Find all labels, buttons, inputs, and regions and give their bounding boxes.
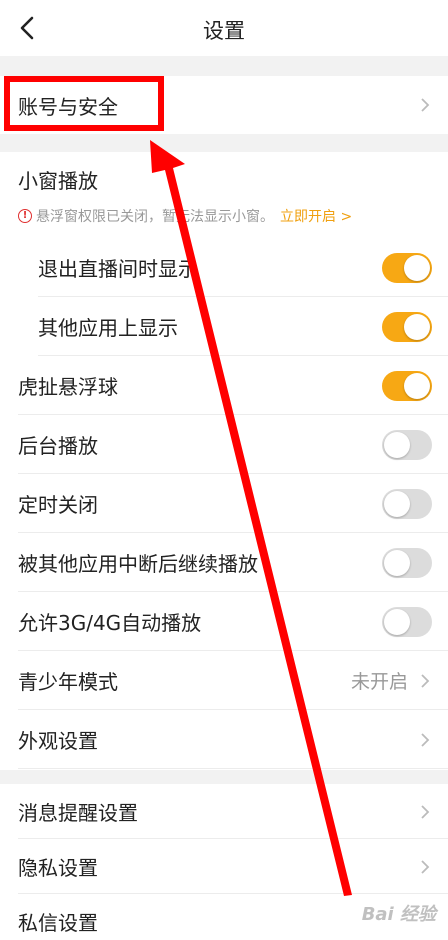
settings-item[interactable]: 外观设置: [0, 710, 448, 769]
annotation-highlight-box: [4, 76, 164, 131]
settings-item[interactable]: 虎扯悬浮球: [0, 356, 448, 415]
toggle-knob: [384, 608, 410, 635]
toggle-switch-on[interactable]: [382, 252, 432, 283]
row-divider: [18, 768, 448, 769]
settings-item[interactable]: 隐私设置: [0, 839, 448, 894]
toggle-knob: [384, 431, 410, 458]
toggle-switch-off[interactable]: [382, 606, 432, 637]
chevron-right-icon: [421, 673, 430, 688]
settings-item[interactable]: 定时关闭: [0, 474, 448, 533]
toggle-switch-off[interactable]: [382, 547, 432, 578]
setting-label: 隐私设置: [18, 856, 98, 880]
warning-icon: !: [18, 209, 32, 223]
toggle-switch-off[interactable]: [382, 488, 432, 519]
mini-window-item[interactable]: 其他应用上显示: [0, 297, 448, 356]
watermark-logo: Bai 经验: [361, 904, 436, 925]
mini-window-title: 小窗播放: [18, 168, 98, 193]
settings-item[interactable]: 被其他应用中断后继续播放: [0, 533, 448, 592]
settings-item[interactable]: 后台播放: [0, 415, 448, 474]
settings-item[interactable]: 青少年模式 未开启: [0, 651, 448, 710]
toggle-switch-off[interactable]: [382, 429, 432, 460]
chevron-right-icon: [421, 859, 430, 874]
notice-text: 悬浮窗权限已关闭，暂无法显示小窗。: [36, 209, 274, 225]
toggle-knob: [404, 372, 430, 399]
toggle-knob: [404, 254, 430, 281]
toggle-knob: [384, 549, 410, 576]
setting-label: 虎扯悬浮球: [18, 375, 118, 399]
setting-label: 其他应用上显示: [38, 316, 178, 340]
setting-label: 允许3G/4G自动播放: [18, 611, 202, 635]
toggle-switch-on[interactable]: [382, 370, 432, 401]
toggle-knob: [404, 313, 430, 340]
toggle-switch-on[interactable]: [382, 311, 432, 342]
settings-item[interactable]: 消息提醒设置: [0, 784, 448, 839]
settings-item[interactable]: 允许3G/4G自动播放: [0, 592, 448, 651]
toggle-knob: [384, 490, 410, 517]
settings-list: 退出直播间时显示 其他应用上显示虎扯悬浮球后台播放定时关闭被其他应用中断后继续播放…: [0, 238, 448, 769]
setting-label: 消息提醒设置: [18, 801, 138, 825]
setting-value: 未开启: [350, 671, 408, 693]
enable-now-link[interactable]: 立即开启 >: [280, 206, 352, 226]
chevron-right-icon: [421, 732, 430, 747]
setting-label: 定时关闭: [18, 493, 98, 517]
setting-label: 私信设置: [18, 911, 98, 935]
setting-label: 被其他应用中断后继续播放: [18, 552, 258, 576]
setting-label: 退出直播间时显示: [38, 257, 198, 281]
setting-label: 青少年模式: [18, 670, 118, 694]
page-title: 设置: [203, 19, 245, 43]
mini-window-header: 小窗播放: [0, 152, 448, 206]
chevron-right-icon: [421, 804, 430, 819]
chevron-right-icon: [421, 98, 430, 112]
top-nav-bar: 设置: [0, 0, 448, 56]
setting-label: 后台播放: [18, 434, 98, 458]
setting-label: 外观设置: [18, 729, 98, 753]
permission-notice: ! 悬浮窗权限已关闭，暂无法显示小窗。 立即开启 >: [18, 206, 352, 226]
mini-window-item[interactable]: 退出直播间时显示: [0, 238, 448, 297]
